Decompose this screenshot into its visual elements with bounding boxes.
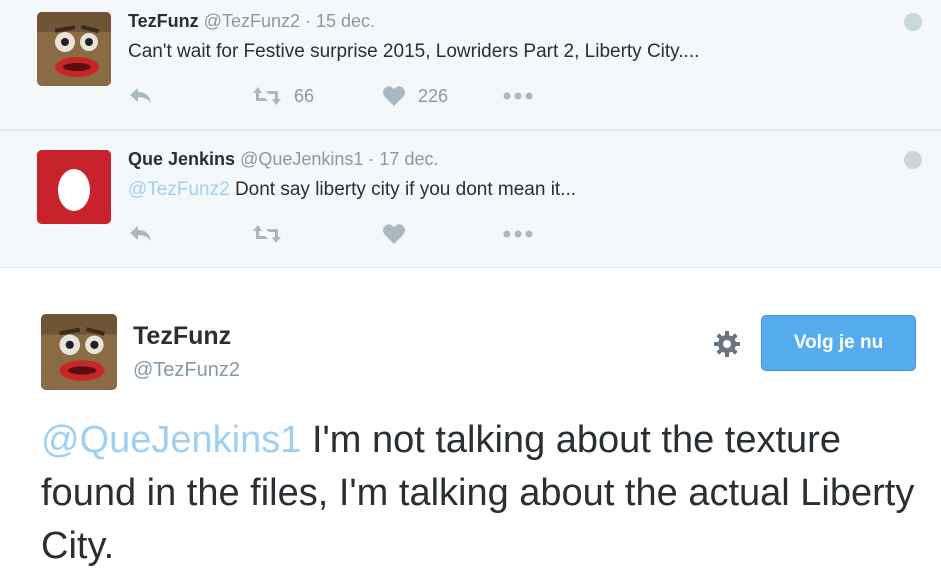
tweet-item[interactable]: TezFunz @TezFunz2 · 15 dec. Can't wait f…: [0, 0, 941, 130]
tweet-item[interactable]: Que Jenkins @QueJenkins1 · 17 dec. @TezF…: [0, 130, 941, 268]
globe-icon: [904, 151, 922, 169]
retweet-button[interactable]: [252, 220, 282, 248]
reply-icon: [130, 226, 151, 241]
avatar[interactable]: [37, 12, 111, 86]
heart-icon: [383, 86, 405, 106]
retweet-count: 66: [294, 85, 315, 106]
heart-icon: [383, 224, 405, 244]
following-button[interactable]: Volg je nu: [761, 315, 916, 371]
avatar[interactable]: [41, 314, 117, 390]
author-handle[interactable]: @TezFunz2: [204, 11, 300, 31]
tweet-header: Que Jenkins @QueJenkins1 · 17 dec.: [128, 149, 438, 170]
more-icon: [503, 230, 533, 238]
tweet-body: Can't wait for Festive surprise 2015, Lo…: [128, 41, 700, 62]
like-button[interactable]: 226: [382, 82, 448, 110]
tweet-header: TezFunz @TezFunz2 · 15 dec.: [128, 11, 375, 32]
more-button[interactable]: [502, 82, 534, 110]
author-name[interactable]: TezFunz: [133, 322, 231, 351]
like-count: 226: [418, 85, 449, 106]
retweet-button[interactable]: 66: [252, 82, 314, 110]
author-name[interactable]: TezFunz: [128, 11, 199, 31]
egg-icon: [37, 150, 111, 224]
more-button[interactable]: [502, 220, 534, 248]
tweet-date[interactable]: · 15 dec.: [305, 11, 375, 31]
retweet-icon: [253, 87, 281, 105]
avatar[interactable]: [37, 150, 111, 224]
author-handle[interactable]: @TezFunz2: [133, 359, 240, 382]
mention-link[interactable]: @QueJenkins1: [41, 419, 301, 461]
tweet-date[interactable]: · 17 dec.: [368, 149, 438, 169]
author-name[interactable]: Que Jenkins: [128, 149, 235, 169]
reply-button[interactable]: [128, 82, 154, 110]
reply-icon: [130, 88, 151, 103]
tweet-text: @QueJenkins1 I'm not talking about the t…: [41, 414, 921, 573]
mention-link[interactable]: @TezFunz2: [128, 179, 230, 200]
author-handle[interactable]: @QueJenkins1: [240, 149, 363, 169]
globe-icon: [904, 13, 922, 31]
gear-icon[interactable]: [712, 329, 742, 359]
tweet-body: Dont say liberty city if you dont mean i…: [234, 179, 577, 200]
tweet-text: Can't wait for Festive surprise 2015, Lo…: [128, 41, 699, 63]
retweet-icon: [253, 225, 281, 243]
main-tweet: TezFunz @TezFunz2 Volg je nu @QueJenkins…: [0, 268, 941, 574]
tweet-text: @TezFunz2 Dont say liberty city if you d…: [128, 179, 576, 201]
more-icon: [503, 92, 533, 100]
reply-button[interactable]: [128, 220, 154, 248]
like-button[interactable]: [382, 220, 406, 248]
